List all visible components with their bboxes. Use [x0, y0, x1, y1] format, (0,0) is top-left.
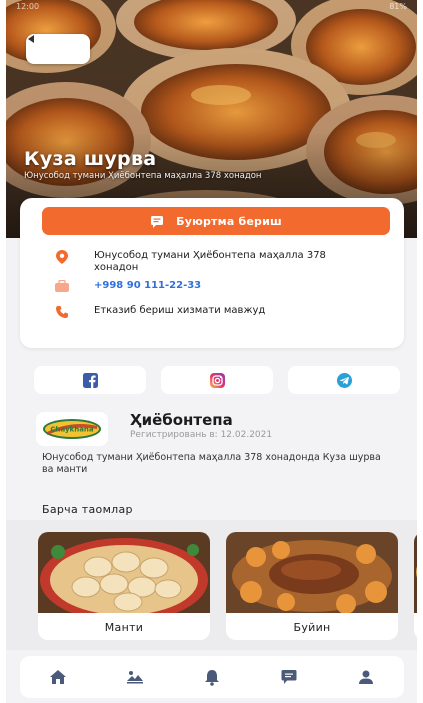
dish-card[interactable]: Буйин	[226, 532, 398, 640]
map-icon	[127, 671, 144, 684]
nav-notifications[interactable]	[197, 662, 227, 692]
phone-row[interactable]: +998 90 111-22-33	[52, 280, 201, 294]
bell-icon	[204, 669, 219, 686]
phone-card-icon	[52, 280, 72, 294]
dish-image-manti	[38, 532, 210, 613]
back-button[interactable]	[26, 34, 90, 64]
restaurant-description: Юнусобод тумани Ҳиёбонтепа маҳалла 378 х…	[42, 452, 381, 475]
dish-label: Буйин	[293, 621, 331, 634]
address-row: Юнусобод тумани Ҳиёбонтепа маҳалла 378 х…	[52, 250, 344, 274]
phone-number[interactable]: +998 90 111-22-33	[94, 280, 201, 292]
dish-label: Манти	[104, 621, 144, 634]
nav-home[interactable]	[43, 662, 73, 692]
restaurant-name: Ҳиёбонтепа	[130, 411, 233, 429]
all-dishes-title: Барча таомлар	[42, 503, 133, 516]
nav-chat[interactable]	[274, 662, 304, 692]
dish-subtitle: Юнусобод тумани Ҳиёбонтепа маҳалла 378 х…	[24, 171, 262, 181]
restaurant-registered: Регистрировань в: 12.02.2021	[130, 430, 273, 440]
home-icon	[50, 670, 67, 684]
order-icon	[151, 215, 164, 228]
back-arrow-icon	[28, 35, 34, 43]
nav-profile[interactable]	[351, 662, 381, 692]
profile-icon	[358, 670, 373, 684]
dish-card[interactable]	[414, 532, 417, 640]
nav-map[interactable]	[120, 662, 150, 692]
logo-text: Chaykhana	[50, 426, 94, 434]
dish-image-partial	[414, 532, 417, 613]
dish-card[interactable]: Манти	[38, 532, 210, 640]
address-text: Юнусобод тумани Ҳиёбонтепа маҳалла 378 х…	[94, 250, 326, 273]
facebook-button[interactable]	[34, 366, 146, 394]
app-screen: 12:00 81% Куза шурва Юнусобод тумани Ҳиё…	[6, 0, 417, 703]
telegram-icon	[336, 372, 352, 388]
status-time: 12:00	[16, 2, 40, 11]
status-bar: 12:00 81%	[6, 0, 417, 14]
telegram-button[interactable]	[288, 366, 400, 394]
instagram-button[interactable]	[161, 366, 273, 394]
instagram-icon	[209, 372, 225, 388]
delivery-phone-icon	[52, 305, 72, 319]
restaurant-logo: Chaykhana	[36, 412, 108, 446]
delivery-text: Етказиб бериш хизмати мавжуд	[94, 305, 266, 316]
chat-icon	[281, 670, 297, 684]
location-pin-icon	[52, 250, 72, 264]
order-button-label: Буюртма бериш	[176, 214, 282, 228]
bottom-nav	[20, 656, 404, 698]
dish-image-buyin	[226, 532, 398, 613]
facebook-icon	[82, 372, 98, 388]
order-button[interactable]: Буюртма бериш	[42, 207, 390, 235]
dish-title: Куза шурва	[24, 148, 157, 170]
status-battery: 81%	[389, 2, 407, 11]
delivery-row: Етказиб бериш хизмати мавжуд	[52, 305, 265, 319]
